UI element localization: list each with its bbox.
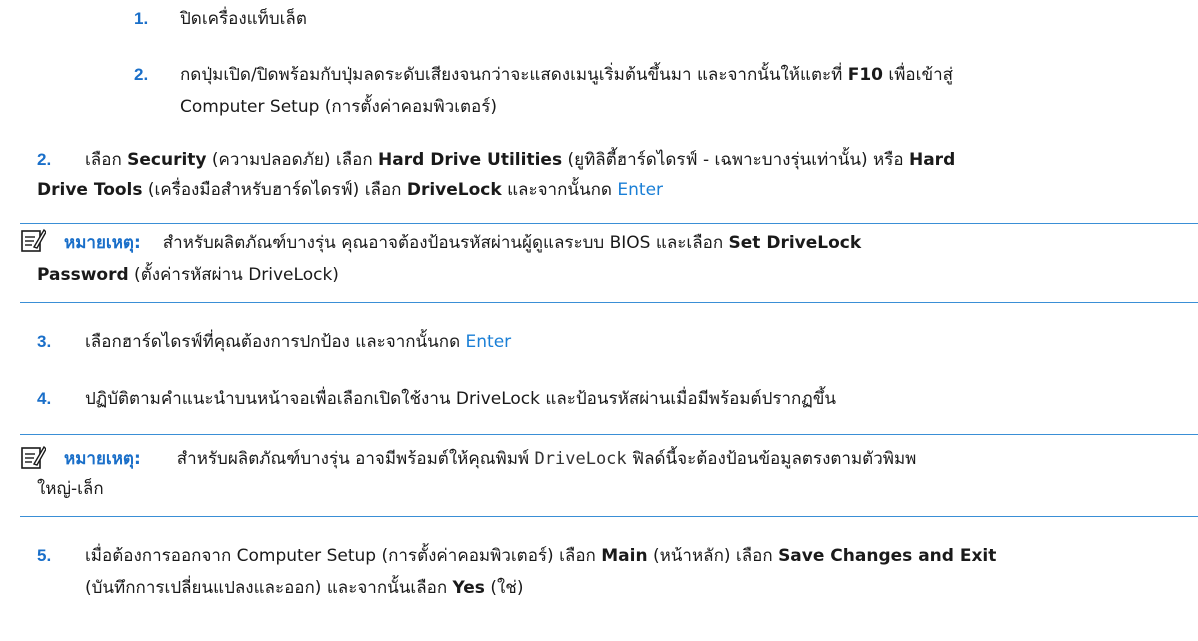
note-icon <box>21 445 46 469</box>
note-1-top-rule <box>20 223 1198 224</box>
note-1-line1: หมายเหตุ: สำหรับผลิตภัณฑ์บางรุ่น คุณอาจต้… <box>64 233 862 253</box>
step-3-text: เลือกฮาร์ดไดรฟ์ที่คุณต้องการปกป้อง และจา… <box>85 332 512 352</box>
step-4-number: 4. <box>37 389 52 408</box>
sub-step-2-number: 2. <box>134 65 149 84</box>
note-2-line1: หมายเหตุ: สำหรับผลิตภัณฑ์บางรุ่น อาจมีพร้… <box>64 449 917 469</box>
step-2-line1: เลือก Security (ความปลอดภัย) เลือก Hard … <box>85 150 956 170</box>
sub-step-2-line2: Computer Setup (การตั้งค่าคอมพิวเตอร์) <box>180 97 498 117</box>
note-2-line2: ใหญ่-เล็ก <box>37 479 104 499</box>
step-2-number: 2. <box>37 150 52 169</box>
key-f10: F10 <box>847 65 884 85</box>
sub-step-1-number: 1. <box>134 9 149 28</box>
sub-step-2-line1: กดปุ่มเปิด/ปิดพร้อมกับปุ่มลดระดับเสียงจน… <box>180 65 953 85</box>
enter-link[interactable]: Enter <box>466 332 512 352</box>
step-5-line1: เมื่อต้องการออกจาก Computer Setup (การตั… <box>85 546 997 566</box>
step-2-line2: Drive Tools (เครื่องมือสำหรับฮาร์ดไดรฟ์)… <box>37 180 664 200</box>
enter-link[interactable]: Enter <box>617 180 663 200</box>
note-1-line2: Password (ตั้งค่ารหัสผ่าน DriveLock) <box>37 265 339 285</box>
step-4-text: ปฏิบัติตามคำแนะนำบนหน้าจอเพื่อเลือกเปิดใ… <box>85 389 836 409</box>
note-1-bottom-rule <box>20 302 1198 303</box>
note-2-top-rule <box>20 434 1198 435</box>
note-2-bottom-rule <box>20 516 1198 517</box>
step-5-number: 5. <box>37 546 52 565</box>
step-3-number: 3. <box>37 332 52 351</box>
note-label: หมายเหตุ: <box>64 449 141 469</box>
note-label: หมายเหตุ: <box>64 233 141 253</box>
sub-step-1-text: ปิดเครื่องแท็บเล็ต <box>180 9 307 29</box>
drivelock-code: DriveLock <box>534 449 627 469</box>
note-icon <box>21 228 46 252</box>
step-5-line2: (บันทึกการเปลี่ยนแปลงและออก) และจากนั้นเ… <box>85 578 524 598</box>
